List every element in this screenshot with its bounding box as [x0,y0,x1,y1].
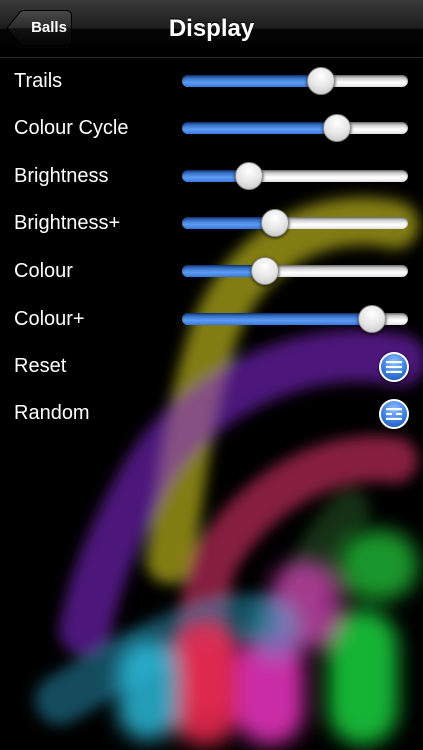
random-label: Random [14,402,90,424]
setting-row-colour: Colour [0,248,423,295]
slider-thumb[interactable] [358,305,387,333]
cyan-ball [118,640,178,740]
green-ball [328,610,398,745]
slider-fill [182,313,377,325]
list-icon [386,408,402,420]
list-icon [386,361,402,373]
colour-cycle-slider[interactable] [182,114,408,142]
reset-label: Reset [14,355,67,377]
green-ball-top [338,530,418,600]
slider-fill [182,75,325,87]
slider-thumb[interactable] [322,114,351,142]
colour-plus-label: Colour+ [14,308,85,330]
setting-row-brightness-plus: Brightness+ [0,200,423,247]
navigation-bar: Display Balls [0,0,423,58]
colour-slider[interactable] [182,257,408,285]
colour-plus-slider[interactable] [182,305,408,333]
slider-thumb[interactable] [306,67,335,95]
colour-cycle-label: Colour Cycle [14,117,129,139]
colour-label: Colour [14,260,73,282]
setting-row-trails: Trails [0,58,423,105]
reset-button[interactable] [379,352,409,382]
slider-thumb[interactable] [261,209,290,237]
cyan-ball-faint [250,600,300,660]
slider-thumb[interactable] [251,257,280,285]
setting-row-reset[interactable]: Reset [0,343,423,390]
trails-label: Trails [14,70,63,92]
setting-row-random[interactable]: Random [0,390,423,437]
brightness-slider[interactable] [182,162,408,190]
setting-row-colour-plus: Colour+ [0,296,423,343]
slider-fill [182,122,341,134]
random-button[interactable] [379,399,409,429]
brightness-plus-label: Brightness+ [14,212,121,234]
trails-slider[interactable] [182,67,408,95]
brightness-label: Brightness [14,165,109,187]
brightness-plus-slider[interactable] [182,209,408,237]
setting-row-brightness: Brightness [0,153,423,200]
setting-row-colour-cycle: Colour Cycle [0,105,423,152]
back-button-label: Balls [31,19,67,36]
slider-thumb[interactable] [235,162,264,190]
red-ball [172,620,238,745]
